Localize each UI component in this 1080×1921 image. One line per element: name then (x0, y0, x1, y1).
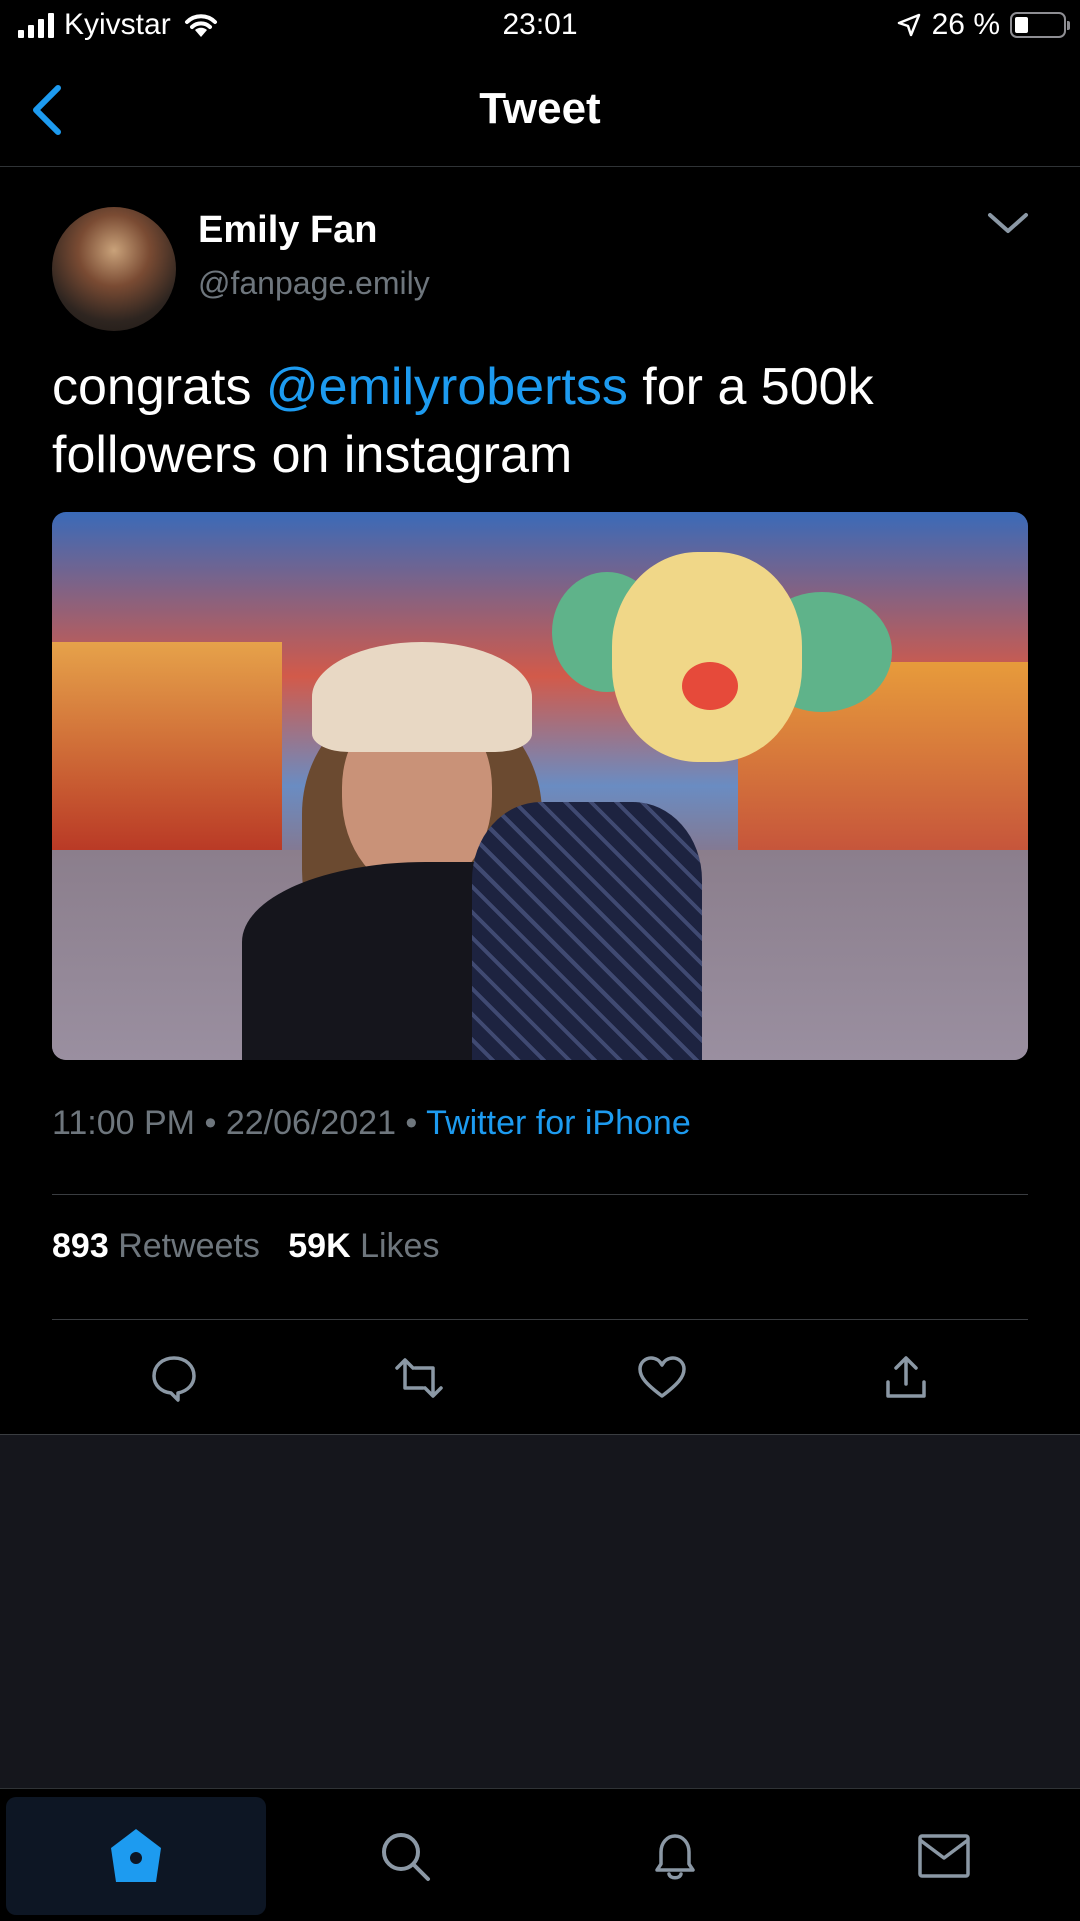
tweet-text: congrats @emilyrobertss for a 500k follo… (52, 353, 1032, 489)
tweet-meta: 11:00 PM • 22/06/2021 • Twitter for iPho… (52, 1104, 691, 1143)
tweet-text-start: congrats (52, 358, 266, 416)
divider (52, 1194, 1028, 1195)
reply-icon[interactable] (148, 1352, 200, 1404)
share-icon[interactable] (880, 1352, 932, 1404)
retweets-stat[interactable]: 893 Retweets (52, 1227, 260, 1265)
tweet-photo[interactable] (52, 512, 1028, 1060)
like-icon[interactable] (636, 1352, 688, 1404)
messages-icon (918, 1834, 970, 1878)
meta-separator: • (395, 1104, 427, 1142)
empty-area (0, 1435, 1080, 1788)
tab-notifications[interactable] (545, 1797, 805, 1915)
notifications-icon (655, 1834, 695, 1880)
retweets-count: 893 (52, 1227, 109, 1265)
status-bar: Kyivstar 23:01 26 % (0, 0, 1080, 54)
page-title: Tweet (479, 84, 601, 133)
bottom-tab-bar (0, 1788, 1080, 1921)
location-arrow-icon (897, 13, 920, 37)
battery-percent: 26 % (931, 8, 1000, 41)
mention-link[interactable]: @emilyrobertss (266, 358, 628, 416)
tab-home[interactable] (6, 1797, 266, 1915)
meta-separator: • (195, 1104, 226, 1142)
battery-icon (1010, 12, 1070, 38)
retweet-icon[interactable] (393, 1352, 445, 1404)
home-icon (111, 1829, 161, 1882)
likes-count: 59K (288, 1227, 351, 1265)
tweet-stats: 893 Retweets 59K Likes (52, 1227, 439, 1266)
author-name[interactable]: Emily Fan (198, 209, 378, 252)
likes-stat[interactable]: 59K Likes (288, 1227, 439, 1265)
tweet-source-link[interactable]: Twitter for iPhone (426, 1104, 691, 1142)
author-handle[interactable]: @fanpage.emily (198, 265, 430, 302)
tweet-actions (0, 1352, 1080, 1412)
chevron-down-icon[interactable] (986, 209, 1030, 239)
top-nav: Tweet (0, 54, 1080, 167)
divider (52, 1319, 1028, 1320)
tab-search[interactable] (275, 1797, 535, 1915)
avatar[interactable] (52, 207, 176, 331)
tweet-date: 22/06/2021 (225, 1104, 396, 1142)
likes-label: Likes (360, 1227, 440, 1265)
tweet-detail: Emily Fan @fanpage.emily congrats @emily… (0, 167, 1080, 1435)
tweet-time: 11:00 PM (52, 1104, 196, 1142)
search-icon (382, 1833, 430, 1881)
retweets-label: Retweets (118, 1227, 260, 1265)
status-right: 26 % (896, 8, 1070, 42)
tab-messages[interactable] (814, 1797, 1074, 1915)
